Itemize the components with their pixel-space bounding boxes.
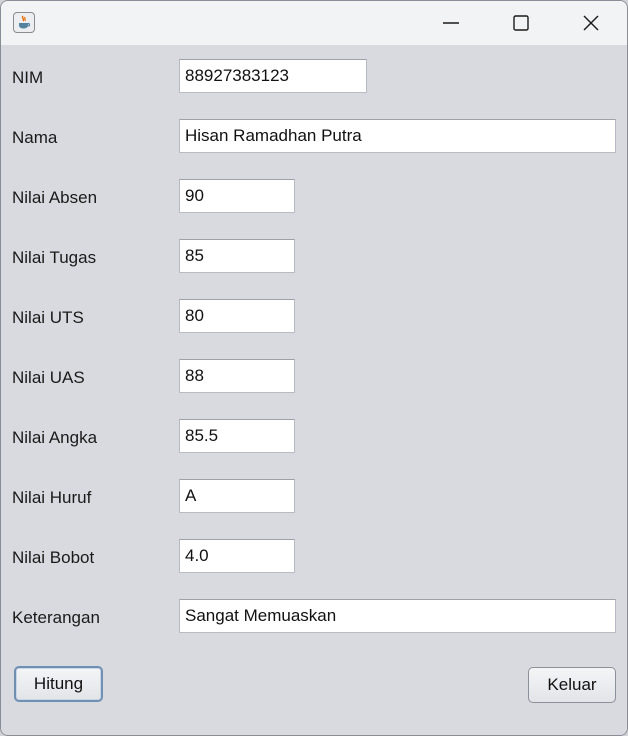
- hitung-button[interactable]: Hitung: [14, 666, 103, 702]
- nama-label: Nama: [12, 128, 58, 147]
- nilai-absen-field[interactable]: [179, 179, 295, 213]
- minimize-button[interactable]: [417, 1, 485, 45]
- nim-field[interactable]: [179, 59, 367, 93]
- nilai-bobot-label: Nilai Bobot: [12, 548, 95, 567]
- nilai-huruf-field[interactable]: [179, 479, 295, 513]
- nilai-uas-field[interactable]: [179, 359, 295, 393]
- nilai-tugas-label: Nilai Tugas: [12, 248, 97, 267]
- title-bar[interactable]: [1, 1, 627, 45]
- nilai-tugas-field[interactable]: [179, 239, 295, 273]
- nilai-uts-field[interactable]: [179, 299, 295, 333]
- nilai-huruf-label: Nilai Huruf: [12, 488, 92, 507]
- nilai-absen-label: Nilai Absen: [12, 188, 98, 207]
- keluar-button[interactable]: Keluar: [528, 667, 616, 703]
- close-button[interactable]: [557, 1, 625, 45]
- close-icon: [583, 15, 599, 31]
- nilai-angka-field[interactable]: [179, 419, 295, 453]
- nama-field[interactable]: [179, 119, 616, 153]
- java-coffee-cup-icon[interactable]: [13, 12, 35, 33]
- minimize-icon: [443, 22, 459, 24]
- nim-label: NIM: [12, 68, 44, 87]
- keterangan-label: Keterangan: [12, 608, 100, 627]
- app-window: NIM Nama Nilai Absen Nilai Tugas Nilai U…: [0, 0, 628, 736]
- nilai-uas-label: Nilai UAS: [12, 368, 85, 387]
- nilai-angka-label: Nilai Angka: [12, 428, 98, 447]
- keterangan-field[interactable]: [179, 599, 616, 633]
- form-panel: NIM Nama Nilai Absen Nilai Tugas Nilai U…: [1, 45, 627, 735]
- nilai-bobot-field[interactable]: [179, 539, 295, 573]
- maximize-button[interactable]: [487, 1, 555, 45]
- maximize-icon: [513, 15, 529, 31]
- nilai-uts-label: Nilai UTS: [12, 308, 84, 327]
